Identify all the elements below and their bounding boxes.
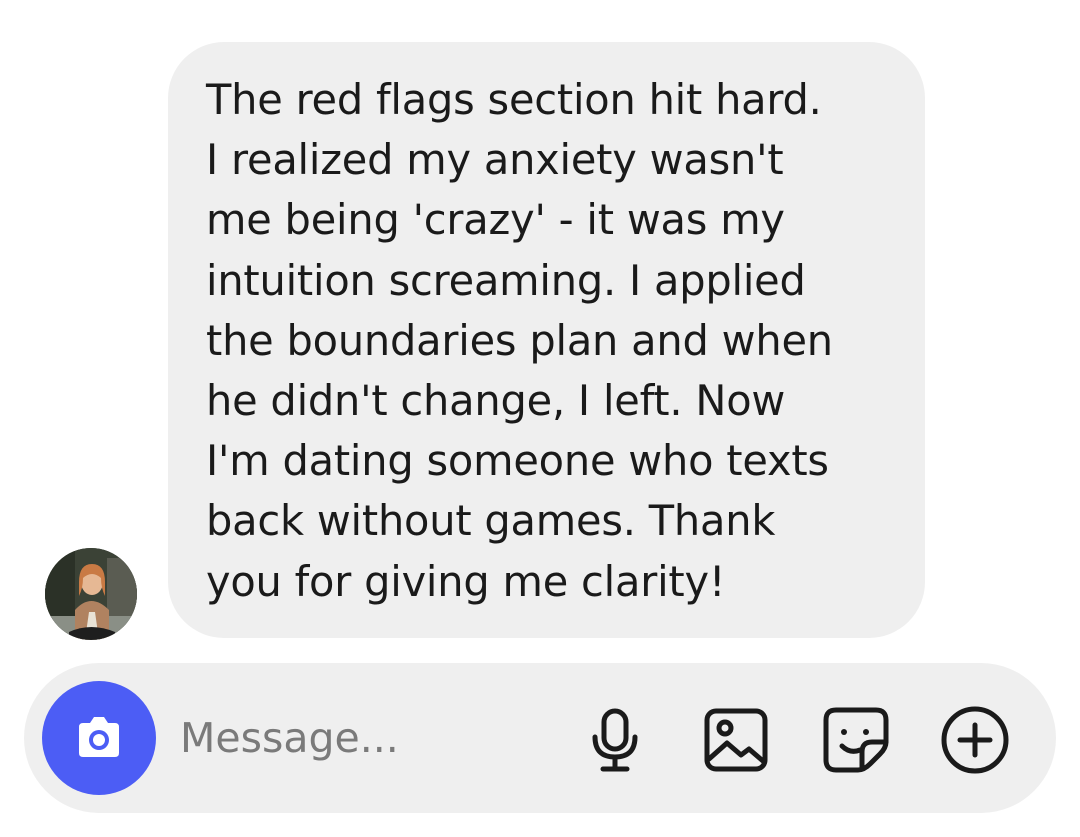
microphone-button[interactable]: [580, 705, 650, 775]
add-button[interactable]: [940, 705, 1010, 775]
camera-icon: [79, 717, 119, 757]
camera-button[interactable]: [42, 681, 156, 795]
message-text: The red flags section hit hard. I realiz…: [206, 75, 833, 606]
message-input[interactable]: [180, 706, 560, 770]
avatar[interactable]: [45, 548, 137, 640]
sticker-button[interactable]: [821, 705, 891, 775]
avatar-photo: [45, 548, 137, 640]
image-icon: [704, 708, 768, 772]
add-icon: [941, 706, 1009, 774]
sticker-icon: [823, 707, 889, 773]
gallery-button[interactable]: [701, 705, 771, 775]
microphone-icon: [592, 708, 638, 772]
